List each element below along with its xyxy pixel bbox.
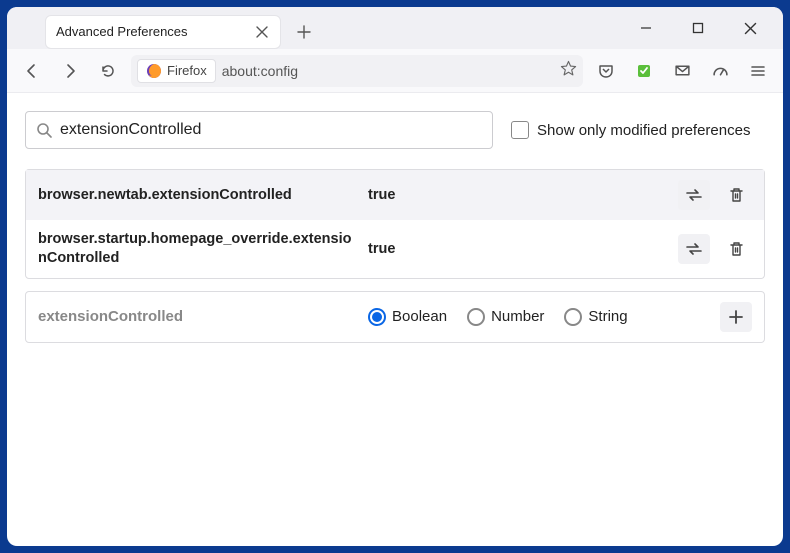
pref-row: browser.newtab.extensionControlled true [26,170,764,220]
extension-icon[interactable] [629,56,659,86]
search-row: Show only modified preferences [25,111,765,149]
pref-row: browser.startup.homepage_override.extens… [26,220,764,278]
firefox-pill-label: Firefox [167,63,207,78]
new-tab-button[interactable] [289,17,319,47]
toggle-button[interactable] [678,180,710,210]
pref-actions [678,180,752,210]
radio-label: String [588,308,627,325]
delete-button[interactable] [720,180,752,210]
pref-value: true [368,241,668,257]
firefox-icon [146,63,162,79]
navbar: Firefox about:config [7,49,783,93]
radio-label: Number [491,308,544,325]
show-modified-checkbox[interactable] [511,121,529,139]
toggle-button[interactable] [678,234,710,264]
radio-icon[interactable] [467,308,485,326]
dashboard-icon[interactable] [705,56,735,86]
page-content: Show only modified preferences browser.n… [7,93,783,361]
add-button[interactable] [720,302,752,332]
tab-advanced-preferences[interactable]: Advanced Preferences [45,15,281,49]
delete-button[interactable] [720,234,752,264]
hamburger-menu-icon[interactable] [743,56,773,86]
window-controls [633,7,775,49]
pref-value: true [368,187,668,203]
search-input[interactable] [60,121,482,139]
mail-icon[interactable] [667,56,697,86]
radio-icon[interactable] [564,308,582,326]
radio-icon[interactable] [368,308,386,326]
bookmark-star-icon[interactable] [560,60,577,82]
tab-label: Advanced Preferences [56,24,254,39]
search-icon [36,122,52,138]
show-modified-label: Show only modified preferences [537,122,750,139]
minimize-button[interactable] [633,15,659,41]
firefox-pill: Firefox [137,59,216,83]
address-bar[interactable]: Firefox about:config [131,55,583,87]
show-modified-checkbox-row[interactable]: Show only modified preferences [511,121,750,139]
titlebar: Advanced Preferences [7,7,783,49]
close-window-button[interactable] [737,15,763,41]
radio-boolean[interactable]: Boolean [368,308,447,326]
preferences-table: browser.newtab.extensionControlled true … [25,169,765,279]
radio-number[interactable]: Number [467,308,544,326]
pref-name: browser.newtab.extensionControlled [38,186,358,205]
close-tab-icon[interactable] [254,24,270,40]
pocket-icon[interactable] [591,56,621,86]
url-text: about:config [222,63,554,79]
firefox-window: Advanced Preferences Firefox about:confi… [7,7,783,546]
forward-button[interactable] [55,56,85,86]
add-pref-row: extensionControlled Boolean Number Strin… [25,291,765,343]
back-button[interactable] [17,56,47,86]
pref-actions [678,234,752,264]
type-radio-group: Boolean Number String [368,308,710,326]
pref-name: browser.startup.homepage_override.extens… [38,230,358,268]
reload-button[interactable] [93,56,123,86]
maximize-button[interactable] [685,15,711,41]
new-pref-name: extensionControlled [38,308,358,325]
search-box[interactable] [25,111,493,149]
radio-label: Boolean [392,308,447,325]
radio-string[interactable]: String [564,308,627,326]
